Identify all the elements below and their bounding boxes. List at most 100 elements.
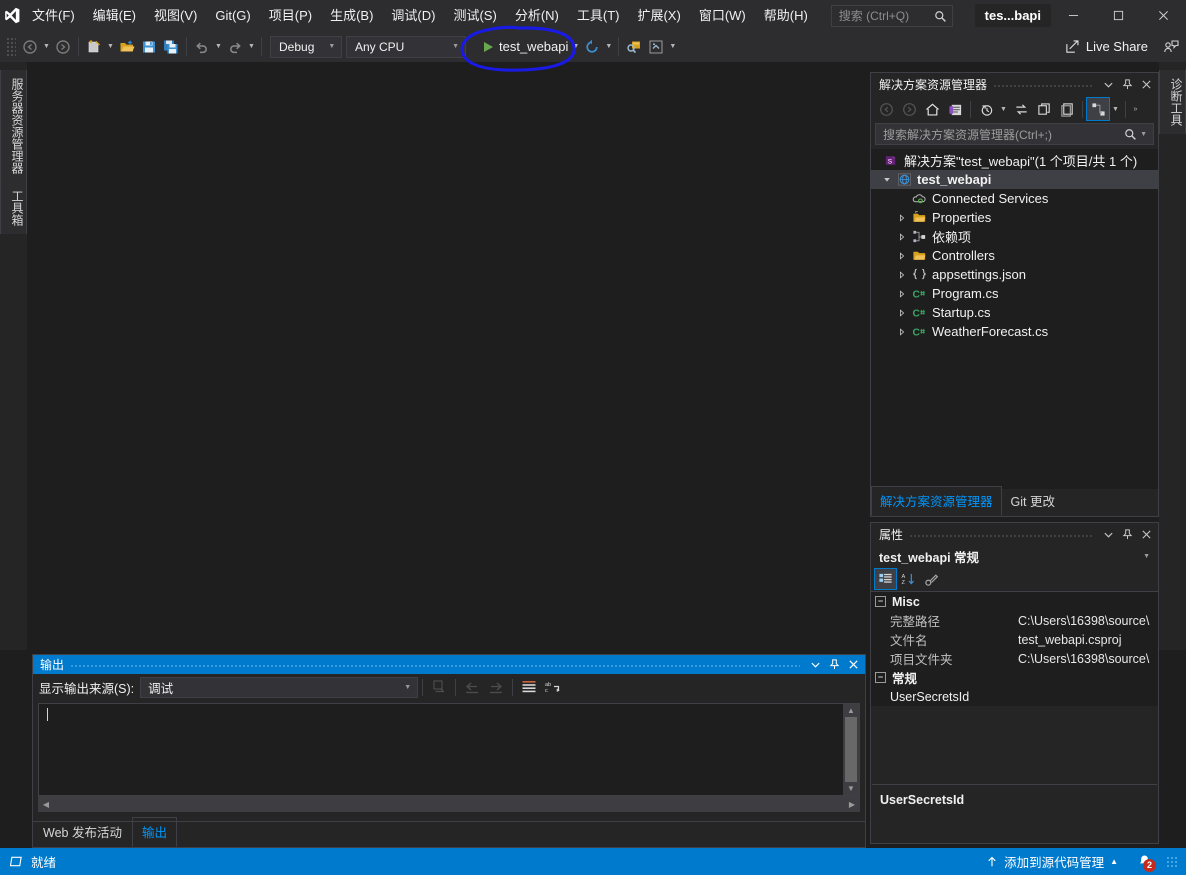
close-button[interactable] <box>1141 0 1186 31</box>
property-row[interactable]: UserSecretsId <box>871 687 1158 706</box>
navigate-forward-icon[interactable] <box>898 98 920 120</box>
menu-item-help[interactable]: 帮助(H) <box>755 0 817 31</box>
sidebar-item-diagnostic-tools[interactable]: 诊断工具 <box>1159 70 1186 134</box>
solution-platform-combo[interactable]: Any CPU ▼ <box>346 35 466 58</box>
new-project-icon[interactable] <box>83 36 105 58</box>
menu-item-debug[interactable]: 调试(D) <box>382 0 444 31</box>
resize-grip[interactable] <box>1166 855 1178 868</box>
menu-item-view[interactable]: 视图(V) <box>145 0 206 31</box>
tab-output[interactable]: 输出 <box>131 817 177 847</box>
panel-menu-chevron-down-icon[interactable] <box>1099 525 1118 544</box>
menu-item-git[interactable]: Git(G) <box>206 0 259 31</box>
pending-changes-icon[interactable] <box>944 98 966 120</box>
clear-output-icon[interactable] <box>427 676 451 698</box>
find-icon[interactable]: ab c <box>541 676 565 698</box>
expander-collapsed-icon[interactable] <box>894 246 909 265</box>
menu-item-analyze[interactable]: 分析(N) <box>506 0 568 31</box>
menu-item-build[interactable]: 生成(B) <box>321 0 382 31</box>
tab-solution-explorer[interactable]: 解决方案资源管理器 <box>871 486 1002 516</box>
pin-icon[interactable] <box>1118 525 1137 544</box>
menu-item-extensions[interactable]: 扩展(X) <box>628 0 689 31</box>
alphabetical-sort-icon[interactable]: AZ <box>898 569 919 589</box>
tree-item-connected-services[interactable]: Connected Services <box>871 189 1158 208</box>
scroll-down-icon[interactable]: ▼ <box>843 783 859 795</box>
tab-web-publish-activity[interactable]: Web 发布活动 <box>33 817 132 847</box>
property-category-misc[interactable]: − Misc <box>871 592 1158 611</box>
run-target-dropdown-icon[interactable]: ▼ <box>570 36 581 58</box>
tree-item-properties[interactable]: Properties <box>871 208 1158 227</box>
menu-item-file[interactable]: 文件(F) <box>23 0 84 31</box>
scroll-left-icon[interactable]: ◀ <box>38 800 54 809</box>
scrollbar-thumb[interactable] <box>845 717 857 782</box>
navigate-next-icon[interactable] <box>484 676 508 698</box>
refresh-solution-icon[interactable] <box>1033 98 1055 120</box>
solution-explorer-search-box[interactable]: 搜索解决方案资源管理器(Ctrl+;) ▼ <box>875 123 1154 145</box>
tree-item-program-cs[interactable]: C Program.cs <box>871 284 1158 303</box>
open-file-icon[interactable] <box>116 36 138 58</box>
solution-configuration-combo[interactable]: Debug ▼ <box>270 35 342 58</box>
tree-item-startup-cs[interactable]: C Startup.cs <box>871 303 1158 322</box>
tree-item-controllers[interactable]: Controllers <box>871 246 1158 265</box>
close-icon[interactable] <box>844 655 863 674</box>
menu-item-tools[interactable]: 工具(T) <box>568 0 629 31</box>
navigate-back-dropdown-icon[interactable]: ▼ <box>41 36 52 58</box>
save-all-icon[interactable] <box>160 36 182 58</box>
refresh-icon[interactable] <box>581 36 603 58</box>
menu-item-window[interactable]: 窗口(W) <box>690 0 755 31</box>
property-row[interactable]: 文件名 test_webapi.csproj <box>871 630 1158 649</box>
navigate-forward-icon[interactable] <box>52 36 74 58</box>
property-row[interactable]: 完整路径 C:\Users\16398\source\ <box>871 611 1158 630</box>
close-icon[interactable] <box>1137 525 1156 544</box>
expander-collapsed-icon[interactable] <box>894 303 909 322</box>
chevron-down-icon[interactable]: ▼ <box>1110 98 1121 120</box>
toggle-wordwrap-icon[interactable] <box>517 676 541 698</box>
menu-item-edit[interactable]: 编辑(E) <box>84 0 145 31</box>
navigate-back-icon[interactable] <box>19 36 41 58</box>
screenshot-icon[interactable] <box>645 36 667 58</box>
live-share-button[interactable]: Live Share <box>1057 35 1156 59</box>
save-icon[interactable] <box>138 36 160 58</box>
view-switcher-icon[interactable] <box>1086 97 1110 121</box>
expander-collapsed-icon[interactable] <box>894 227 909 246</box>
expander-collapsed-icon[interactable] <box>894 322 909 341</box>
menu-item-test[interactable]: 测试(S) <box>444 0 505 31</box>
properties-object-selector[interactable]: test_webapi 常规 ▼ <box>871 546 1158 567</box>
minimize-button[interactable] <box>1051 0 1096 31</box>
property-pages-icon[interactable] <box>921 569 942 589</box>
send-feedback-icon[interactable] <box>1156 39 1186 55</box>
undo-icon[interactable] <box>191 36 213 58</box>
panel-drag-handle[interactable] <box>909 523 1093 546</box>
tree-item-solution[interactable]: S 解决方案"test_webapi"(1 个项目/共 1 个) <box>871 151 1158 170</box>
menu-item-project[interactable]: 项目(P) <box>260 0 321 31</box>
add-to-source-control-button[interactable]: 添加到源代码管理 ▲ <box>980 849 1124 874</box>
new-project-dropdown-icon[interactable]: ▼ <box>105 36 116 58</box>
home-icon[interactable] <box>921 98 943 120</box>
maximize-button[interactable] <box>1096 0 1141 31</box>
property-row[interactable]: 项目文件夹 C:\Users\16398\source\ <box>871 649 1158 668</box>
expander-expanded-icon[interactable] <box>879 170 894 189</box>
undo-dropdown-icon[interactable]: ▼ <box>213 36 224 58</box>
panel-menu-chevron-down-icon[interactable] <box>1099 75 1118 94</box>
scroll-up-icon[interactable]: ▲ <box>843 704 859 716</box>
output-vertical-scrollbar[interactable]: ▲ ▼ <box>843 704 859 795</box>
sidebar-item-toolbox[interactable]: 工具箱 <box>0 182 27 234</box>
output-content[interactable] <box>39 704 843 795</box>
tree-item-project[interactable]: test_webapi <box>871 170 1158 189</box>
expander-collapsed-icon[interactable] <box>894 265 909 284</box>
property-category-general[interactable]: − 常规 <box>871 668 1158 687</box>
show-all-files-icon[interactable] <box>1056 98 1078 120</box>
panel-menu-chevron-down-icon[interactable] <box>806 655 825 674</box>
redo-icon[interactable] <box>224 36 246 58</box>
run-button[interactable]: test_webapi <box>478 36 570 58</box>
navigate-back-icon[interactable] <box>875 98 897 120</box>
tab-git-changes[interactable]: Git 更改 <box>1002 486 1064 516</box>
toolbar-grip[interactable] <box>6 36 16 57</box>
toolbar-overflow-icon[interactable]: » <box>1130 98 1141 120</box>
notifications-button[interactable]: 2 <box>1131 852 1157 872</box>
output-text-area[interactable]: ▲ ▼ <box>38 703 860 796</box>
tree-item-dependencies[interactable]: 依赖项 <box>871 227 1158 246</box>
expander-collapsed-icon[interactable] <box>894 208 909 227</box>
attach-process-icon[interactable] <box>623 36 645 58</box>
sidebar-item-server-explorer[interactable]: 服务器资源管理器 <box>0 70 27 182</box>
pending-history-icon[interactable] <box>975 98 997 120</box>
